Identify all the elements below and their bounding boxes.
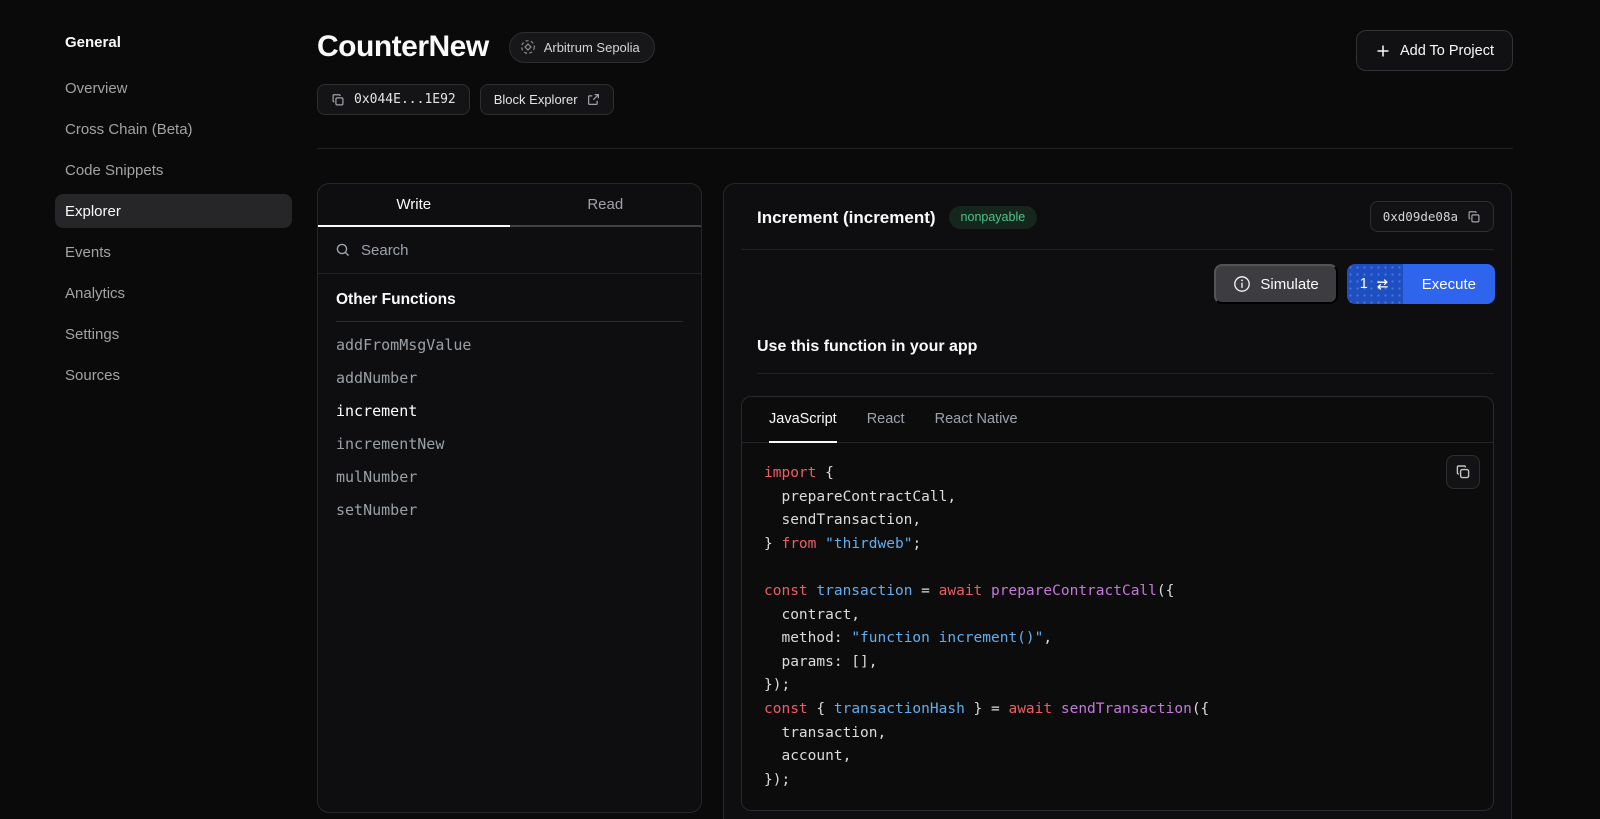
info-icon (1233, 275, 1251, 293)
sidebar-item-overview[interactable]: Overview (55, 71, 292, 105)
code-block: import { prepareContractCall, sendTransa… (764, 462, 1471, 792)
code-line: }); (764, 674, 1471, 698)
execute-button[interactable]: Execute (1403, 264, 1495, 304)
sidebar-heading: General (55, 34, 292, 51)
code-line: const { transactionHash } = await sendTr… (764, 698, 1471, 722)
code-line: account, (764, 745, 1471, 769)
search-icon (335, 242, 351, 258)
copy-code-button[interactable] (1446, 455, 1480, 489)
code-panel: JavaScript React React Native import { pre… (741, 396, 1494, 811)
sidebar-nav: Overview Cross Chain (Beta) Code Snippets E… (55, 71, 292, 392)
sidebar-item-explorer[interactable]: Explorer (55, 194, 292, 228)
function-item-setnumber[interactable]: setNumber (336, 493, 683, 526)
sidebar-item-code-snippets[interactable]: Code Snippets (55, 153, 292, 187)
page-title: CounterNew (317, 30, 489, 64)
sidebar: General Overview Cross Chain (Beta) Code S… (55, 34, 292, 399)
network-badge-label: Arbitrum Sepolia (544, 40, 640, 55)
add-to-project-button[interactable]: Add To Project (1356, 30, 1513, 71)
search-input[interactable] (361, 242, 684, 259)
function-search (318, 227, 701, 274)
function-item-mulnumber[interactable]: mulNumber (336, 460, 683, 493)
plus-icon (1375, 43, 1391, 59)
function-detail-panel: Increment (increment) nonpayable 0xd09de… (723, 183, 1512, 819)
code-line (764, 556, 1471, 580)
header-divider (317, 148, 1513, 149)
code-tab-react[interactable]: React (867, 397, 905, 443)
code-line: const transaction = await prepareContrac… (764, 580, 1471, 604)
add-to-project-label: Add To Project (1400, 43, 1494, 59)
queue-count-value: 1 (1360, 276, 1368, 292)
swap-arrows-icon (1375, 277, 1390, 292)
simulate-label: Simulate (1260, 276, 1318, 293)
functions-list: addFromMsgValueaddNumberincrementincreme… (336, 328, 683, 526)
function-title: Increment (increment) (757, 208, 936, 228)
sidebar-item-cross-chain-beta[interactable]: Cross Chain (Beta) (55, 112, 292, 146)
usage-heading: Use this function in your app (757, 338, 1494, 356)
contract-address: 0x044E...1E92 (354, 92, 456, 107)
code-line: transaction, (764, 722, 1471, 746)
mutability-badge: nonpayable (949, 206, 1038, 229)
code-line: } from "thirdweb"; (764, 533, 1471, 557)
code-language-tabs: JavaScript React React Native (742, 397, 1493, 443)
code-line: contract, (764, 604, 1471, 628)
execute-split-button: 1 Execute (1347, 264, 1495, 304)
code-body: import { prepareContractCall, sendTransa… (742, 443, 1493, 811)
sidebar-item-events[interactable]: Events (55, 235, 292, 269)
chain-icon (520, 39, 536, 55)
network-badge[interactable]: Arbitrum Sepolia (509, 32, 655, 63)
code-line: }); (764, 769, 1471, 793)
sidebar-item-analytics[interactable]: Analytics (55, 276, 292, 310)
execute-label: Execute (1422, 276, 1476, 293)
code-tab-react-native[interactable]: React Native (935, 397, 1018, 443)
function-selector-copy-button[interactable]: 0xd09de08a (1370, 201, 1494, 232)
copy-icon (331, 93, 345, 107)
tab-write[interactable]: Write (318, 184, 510, 227)
code-tab-javascript[interactable]: JavaScript (769, 397, 837, 443)
code-line: prepareContractCall, (764, 486, 1471, 510)
action-row: Simulate 1 Execute (724, 250, 1511, 318)
functions-section-title: Other Functions (336, 291, 683, 322)
copy-icon (1455, 464, 1471, 480)
code-line: params: [], (764, 651, 1471, 675)
code-line: sendTransaction, (764, 509, 1471, 533)
copy-icon (1467, 210, 1481, 224)
code-line: import { (764, 462, 1471, 486)
code-line: method: "function increment()", (764, 627, 1471, 651)
sidebar-item-sources[interactable]: Sources (55, 358, 292, 392)
usage-divider (757, 373, 1494, 374)
block-explorer-button[interactable]: Block Explorer (480, 84, 614, 115)
simulate-button[interactable]: Simulate (1214, 264, 1337, 304)
function-detail-header: Increment (increment) nonpayable 0xd09de… (724, 184, 1511, 249)
write-read-tabs: WriteRead (318, 184, 701, 227)
function-item-addnumber[interactable]: addNumber (336, 361, 683, 394)
function-item-increment[interactable]: increment (336, 394, 683, 427)
functions-section: Other Functions addFromMsgValueaddNumber… (318, 274, 701, 543)
sidebar-item-settings[interactable]: Settings (55, 317, 292, 351)
function-item-addfrommsgvalue[interactable]: addFromMsgValue (336, 328, 683, 361)
external-link-icon (587, 93, 600, 106)
block-explorer-label: Block Explorer (494, 92, 578, 107)
functions-panel: WriteRead Other Functions addFromMsgValu… (317, 183, 702, 813)
app-window: General Overview Cross Chain (Beta) Code S… (0, 0, 1600, 819)
contract-address-copy-button[interactable]: 0x044E...1E92 (317, 84, 470, 115)
function-item-incrementnew[interactable]: incrementNew (336, 427, 683, 460)
function-selector: 0xd09de08a (1383, 209, 1458, 224)
transaction-queue-button[interactable]: 1 (1347, 264, 1403, 304)
tab-read[interactable]: Read (510, 184, 702, 227)
